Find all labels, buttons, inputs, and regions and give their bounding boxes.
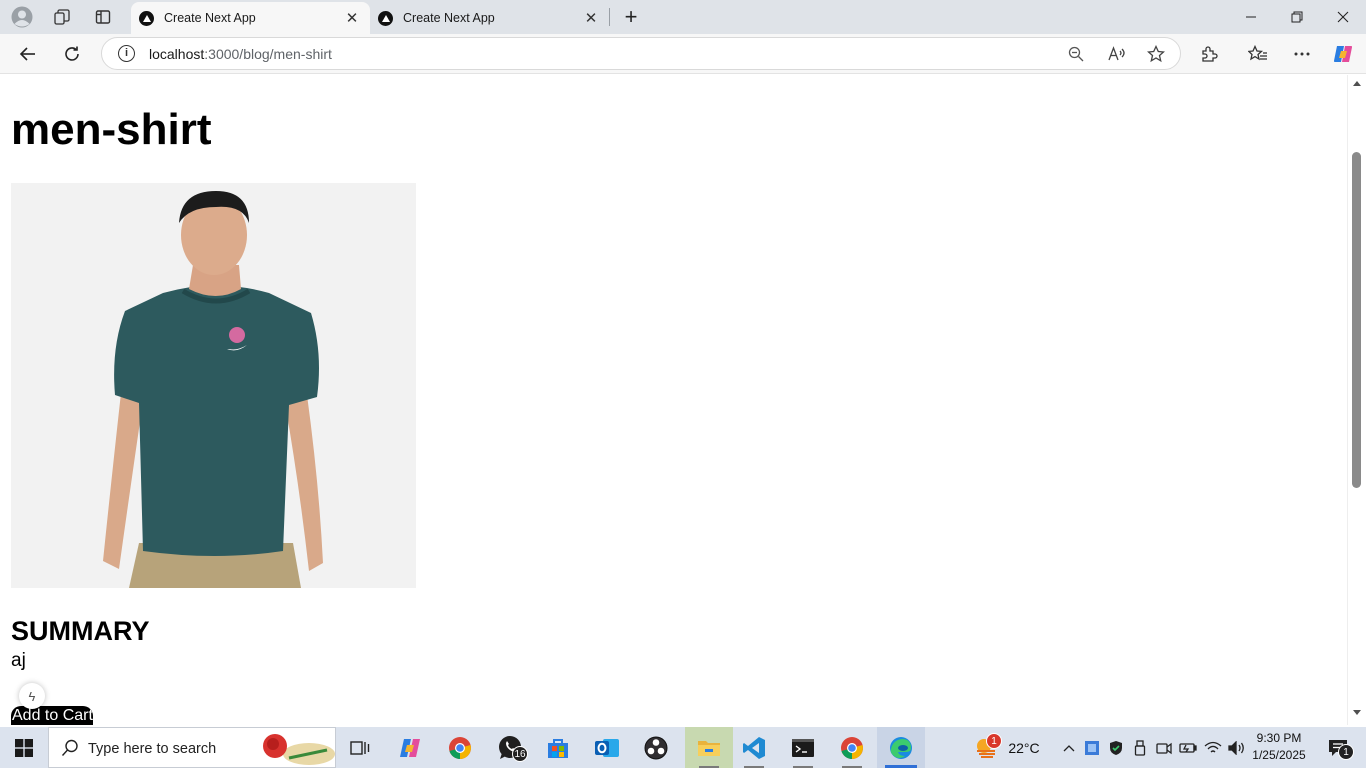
weather-badge: 1 (986, 733, 1002, 749)
tab-create-next-app-active[interactable]: Create Next App ✕ (131, 2, 370, 34)
network-app-icon[interactable] (1082, 727, 1102, 768)
file-explorer-icon[interactable] (685, 727, 733, 768)
notification-badge: 1 (1338, 744, 1354, 760)
nextjs-favicon-icon (378, 10, 393, 26)
clock-time: 9:30 PM (1256, 731, 1302, 745)
restore-button[interactable] (1274, 0, 1320, 34)
show-hidden-icons-icon[interactable] (1058, 727, 1080, 768)
extensions-icon[interactable] (1194, 39, 1224, 69)
model-tshirt-image (11, 183, 416, 588)
summary-heading: SUMMARY (11, 616, 150, 646)
browser-toolbar: i localhost:3000/blog/men-shirt (0, 34, 1366, 74)
more-menu-icon[interactable] (1287, 39, 1317, 69)
page-scrollbar[interactable] (1347, 75, 1366, 725)
copilot-icon[interactable] (1328, 39, 1358, 69)
tab-strip: Create Next App ✕ Create Next App ✕ + (0, 0, 1366, 34)
profile-icon[interactable] (8, 4, 36, 30)
taskbar-search[interactable]: Type here to search (48, 727, 336, 768)
notification-center-icon[interactable]: 1 (1318, 727, 1358, 768)
search-highlight-art-icon (263, 734, 335, 765)
add-to-cart-button[interactable]: Add to Cart (11, 706, 93, 725)
temperature-text[interactable]: 22°C (1004, 727, 1044, 768)
chrome-window-icon[interactable] (828, 727, 876, 768)
volume-icon[interactable] (1226, 727, 1248, 768)
site-info-icon[interactable]: i (118, 45, 135, 62)
zoom-out-icon[interactable] (1064, 42, 1088, 66)
usb-device-icon[interactable] (1130, 727, 1150, 768)
url-path: :3000/blog/men-shirt (204, 46, 332, 62)
favorite-star-icon[interactable] (1144, 42, 1168, 66)
summary-text: aj (11, 650, 26, 671)
system-clock[interactable]: 9:30 PM 1/25/2025 (1248, 730, 1310, 764)
outlook-icon[interactable] (583, 727, 631, 768)
favorites-icon[interactable] (1243, 39, 1273, 69)
page-title: men-shirt (11, 105, 212, 154)
close-tab-icon[interactable]: ✕ (340, 6, 364, 30)
tab-create-next-app[interactable]: Create Next App ✕ (370, 2, 609, 34)
page-content: men-shirt SUMMARY aj Add to Cart ϟ (4, 75, 1347, 725)
whatsapp-badge: 16 (512, 746, 528, 762)
windows-logo-icon (15, 738, 33, 757)
copilot-app-icon[interactable] (386, 727, 434, 768)
tab-title: Create Next App (164, 11, 256, 25)
wifi-icon[interactable] (1202, 727, 1224, 768)
scroll-down-arrow-icon[interactable] (1353, 710, 1361, 715)
terminal-icon[interactable] (779, 727, 827, 768)
vscode-icon[interactable] (730, 727, 778, 768)
nextjs-favicon-icon (139, 10, 154, 26)
windows-taskbar: Type here to search 16 1 22°C 9:30 PM 1/… (0, 727, 1366, 768)
new-tab-button[interactable]: + (618, 4, 644, 30)
meet-now-icon[interactable] (1154, 727, 1174, 768)
microsoft-store-icon[interactable] (534, 727, 582, 768)
search-placeholder: Type here to search (88, 741, 217, 757)
workspaces-icon[interactable] (48, 4, 76, 30)
url-text[interactable]: localhost:3000/blog/men-shirt (149, 46, 332, 62)
close-tab-icon[interactable]: ✕ (579, 6, 603, 30)
refresh-button[interactable] (57, 39, 87, 69)
obs-studio-icon[interactable] (632, 727, 680, 768)
tab-title: Create Next App (403, 11, 495, 25)
url-host: localhost (149, 46, 205, 62)
search-icon (61, 739, 78, 756)
battery-icon[interactable] (1178, 727, 1198, 768)
address-bar[interactable]: i localhost:3000/blog/men-shirt (101, 37, 1181, 70)
chrome-icon[interactable] (436, 727, 484, 768)
back-button[interactable] (13, 39, 43, 69)
product-image (11, 183, 416, 588)
nextjs-dev-indicator-icon[interactable]: ϟ (19, 683, 45, 709)
weather-icon[interactable]: 1 (970, 727, 1004, 768)
task-view-icon[interactable] (336, 727, 384, 768)
close-window-button[interactable] (1320, 0, 1366, 34)
read-aloud-icon[interactable] (1105, 42, 1129, 66)
start-button[interactable] (0, 727, 48, 768)
clock-date: 1/25/2025 (1252, 748, 1306, 762)
vertical-tabs-icon[interactable] (89, 4, 117, 30)
tab-separator (609, 8, 610, 26)
minimize-button[interactable] (1228, 0, 1274, 34)
edge-icon[interactable] (877, 727, 925, 768)
scroll-thumb[interactable] (1352, 152, 1361, 488)
whatsapp-icon[interactable]: 16 (486, 727, 534, 768)
security-shield-icon[interactable] (1106, 727, 1126, 768)
scroll-up-arrow-icon[interactable] (1353, 81, 1361, 86)
